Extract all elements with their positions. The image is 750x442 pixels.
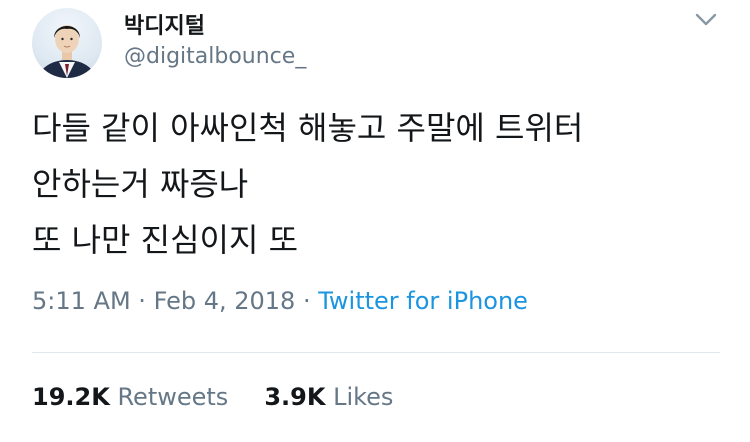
author-display-name[interactable]: 박디지털 bbox=[124, 8, 205, 40]
retweets-stat[interactable]: 19.2K Retweets bbox=[32, 383, 228, 411]
tweet-line: 안하는거 짜증나 bbox=[32, 165, 249, 203]
meta-separator: · bbox=[302, 287, 311, 315]
tweet-text: 다들 같이 아싸인척 해놓고 주말에 트위터 안하는거 짜증나 또 나만 진심이… bbox=[32, 100, 722, 268]
likes-count: 3.9K bbox=[264, 383, 326, 411]
retweets-count: 19.2K bbox=[32, 383, 110, 411]
tweet-stats: 19.2K Retweets 3.9K Likes bbox=[32, 383, 393, 411]
tweet-meta: 5:11 AM · Feb 4, 2018 · Twitter for iPho… bbox=[32, 287, 528, 315]
likes-stat[interactable]: 3.9K Likes bbox=[264, 383, 393, 411]
tweet-time[interactable]: 5:11 AM bbox=[32, 287, 131, 315]
tweet-source-link[interactable]: Twitter for iPhone bbox=[318, 287, 528, 315]
avatar-photo bbox=[37, 25, 97, 78]
likes-label: Likes bbox=[333, 383, 394, 411]
chevron-down-icon[interactable] bbox=[693, 10, 719, 30]
divider bbox=[32, 352, 720, 353]
tweet-line: 다들 같이 아싸인척 해놓고 주말에 트위터 bbox=[32, 109, 584, 147]
avatar[interactable] bbox=[32, 8, 102, 78]
author-handle[interactable]: @digitalbounce_ bbox=[124, 44, 306, 69]
tweet-date[interactable]: Feb 4, 2018 bbox=[154, 287, 296, 315]
meta-separator: · bbox=[138, 287, 146, 315]
retweets-label: Retweets bbox=[117, 383, 229, 411]
tweet-line: 또 나만 진심이지 또 bbox=[32, 221, 299, 259]
